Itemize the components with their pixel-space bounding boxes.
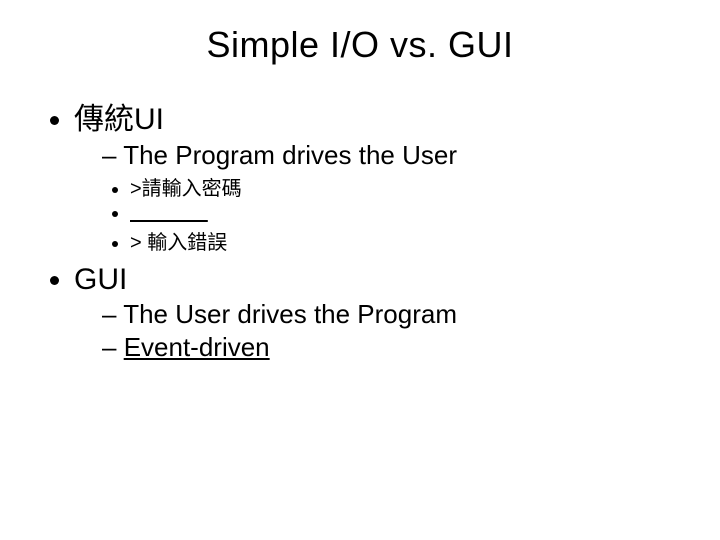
list-item: > 輸入錯誤 [130, 226, 690, 255]
list-item: >請輸入密碼 [130, 172, 690, 201]
slide-title: Simple I/O vs. GUI [30, 24, 690, 66]
list-item: The Program drives the User >請輸入密碼 > 輸入錯… [102, 140, 690, 255]
bullet-text: The Program drives the User [123, 140, 457, 170]
bullet-text: > 輸入錯誤 [130, 232, 227, 254]
bullet-text: >請輸入密碼 [130, 178, 242, 200]
bullet-text: Event-driven [124, 332, 270, 362]
list-item: The User drives the Program [102, 299, 690, 330]
list-item: Event-driven [102, 332, 690, 363]
blank-line [130, 202, 208, 224]
bullet-list: 傳統UI The Program drives the User >請輸入密碼 … [30, 94, 690, 363]
bullet-text: The User drives the Program [123, 299, 457, 329]
slide: Simple I/O vs. GUI 傳統UI The Program driv… [0, 0, 720, 540]
list-item: GUI The User drives the Program Event-dr… [74, 263, 690, 363]
sub-list: The User drives the Program Event-driven [74, 299, 690, 363]
sub-list: The Program drives the User >請輸入密碼 > 輸入錯… [74, 140, 690, 255]
section-heading: GUI [74, 263, 127, 296]
section-heading: 傳統UI [74, 103, 164, 136]
list-item: 傳統UI The Program drives the User >請輸入密碼 … [74, 94, 690, 255]
list-item [130, 202, 690, 225]
sub-sub-list: >請輸入密碼 > 輸入錯誤 [102, 172, 690, 255]
